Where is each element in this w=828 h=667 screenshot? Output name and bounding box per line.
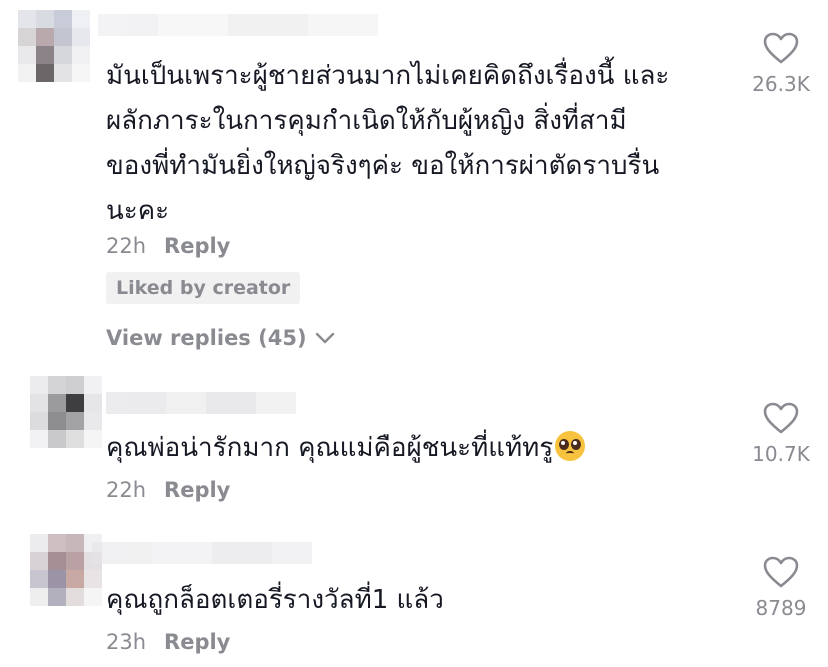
- comment-item: คุณถูกล็อตเตอรี่รางวัลที่1 แล้ว 23h Repl…: [0, 520, 828, 667]
- avatar[interactable]: [18, 10, 90, 82]
- comment-meta: 22h Reply: [106, 478, 230, 502]
- like-count: 10.7K: [752, 442, 810, 466]
- like-count: 26.3K: [752, 72, 810, 96]
- view-replies-label: View replies (45): [106, 326, 307, 350]
- comment-text-line: คุณพ่อน่ารักมาก คุณแม่คือผู้ชนะที่แท้ทรู: [106, 433, 554, 463]
- like-column: 10.7K: [736, 402, 826, 466]
- comment-item: มันเป็นเพราะผู้ชายส่วนมากไม่เคยคิดถึงเรื…: [0, 0, 828, 370]
- view-replies-button[interactable]: View replies (45): [106, 326, 335, 350]
- comment-item: คุณพ่อน่ารักมาก คุณแม่คือผู้ชนะที่แท้ทรู…: [0, 370, 828, 520]
- liked-by-creator-badge: Liked by creator: [106, 272, 301, 304]
- avatar[interactable]: [30, 376, 102, 448]
- reply-button[interactable]: Reply: [164, 234, 230, 258]
- like-count: 8789: [755, 596, 807, 620]
- pleading-face-emoji: [555, 431, 586, 461]
- heart-outline-icon[interactable]: [763, 32, 799, 64]
- reply-button[interactable]: Reply: [164, 630, 230, 654]
- comment-meta: 23h Reply: [106, 630, 230, 654]
- heart-outline-icon[interactable]: [763, 556, 799, 588]
- reply-button[interactable]: Reply: [164, 478, 230, 502]
- comment-text-line: ของพี่ทำมันยิ่งใหญ่จริงๆค่ะ ขอให้การผ่าต…: [106, 151, 660, 181]
- like-column: 26.3K: [736, 32, 826, 96]
- comment-text: คุณถูกล็อตเตอรี่รางวัลที่1 แล้ว: [106, 578, 726, 623]
- username-blurred[interactable]: [98, 14, 378, 36]
- comment-text: มันเป็นเพราะผู้ชายส่วนมากไม่เคยคิดถึงเรื…: [106, 54, 726, 234]
- heart-outline-icon[interactable]: [763, 402, 799, 434]
- comment-text-line: นะคะ: [106, 196, 170, 226]
- comment-meta: 22h Reply: [106, 234, 230, 258]
- username-blurred[interactable]: [106, 392, 296, 414]
- like-column: 8789: [736, 556, 826, 620]
- comment-time: 22h: [106, 478, 147, 502]
- comment-text-line: คุณถูกล็อตเตอรี่รางวัลที่1 แล้ว: [106, 585, 444, 615]
- comment-time: 22h: [106, 234, 147, 258]
- comment-time: 23h: [106, 630, 147, 654]
- comment-text: คุณพ่อน่ารักมาก คุณแม่คือผู้ชนะที่แท้ทรู: [106, 426, 726, 471]
- comment-text-line: มันเป็นเพราะผู้ชายส่วนมากไม่เคยคิดถึงเรื…: [106, 61, 670, 91]
- comment-text-line: ผลักภาระในการคุมกำเนิดให้กับผู้หญิง สิ่ง…: [106, 106, 627, 136]
- username-blurred[interactable]: [92, 542, 312, 564]
- chevron-down-icon: [315, 332, 334, 344]
